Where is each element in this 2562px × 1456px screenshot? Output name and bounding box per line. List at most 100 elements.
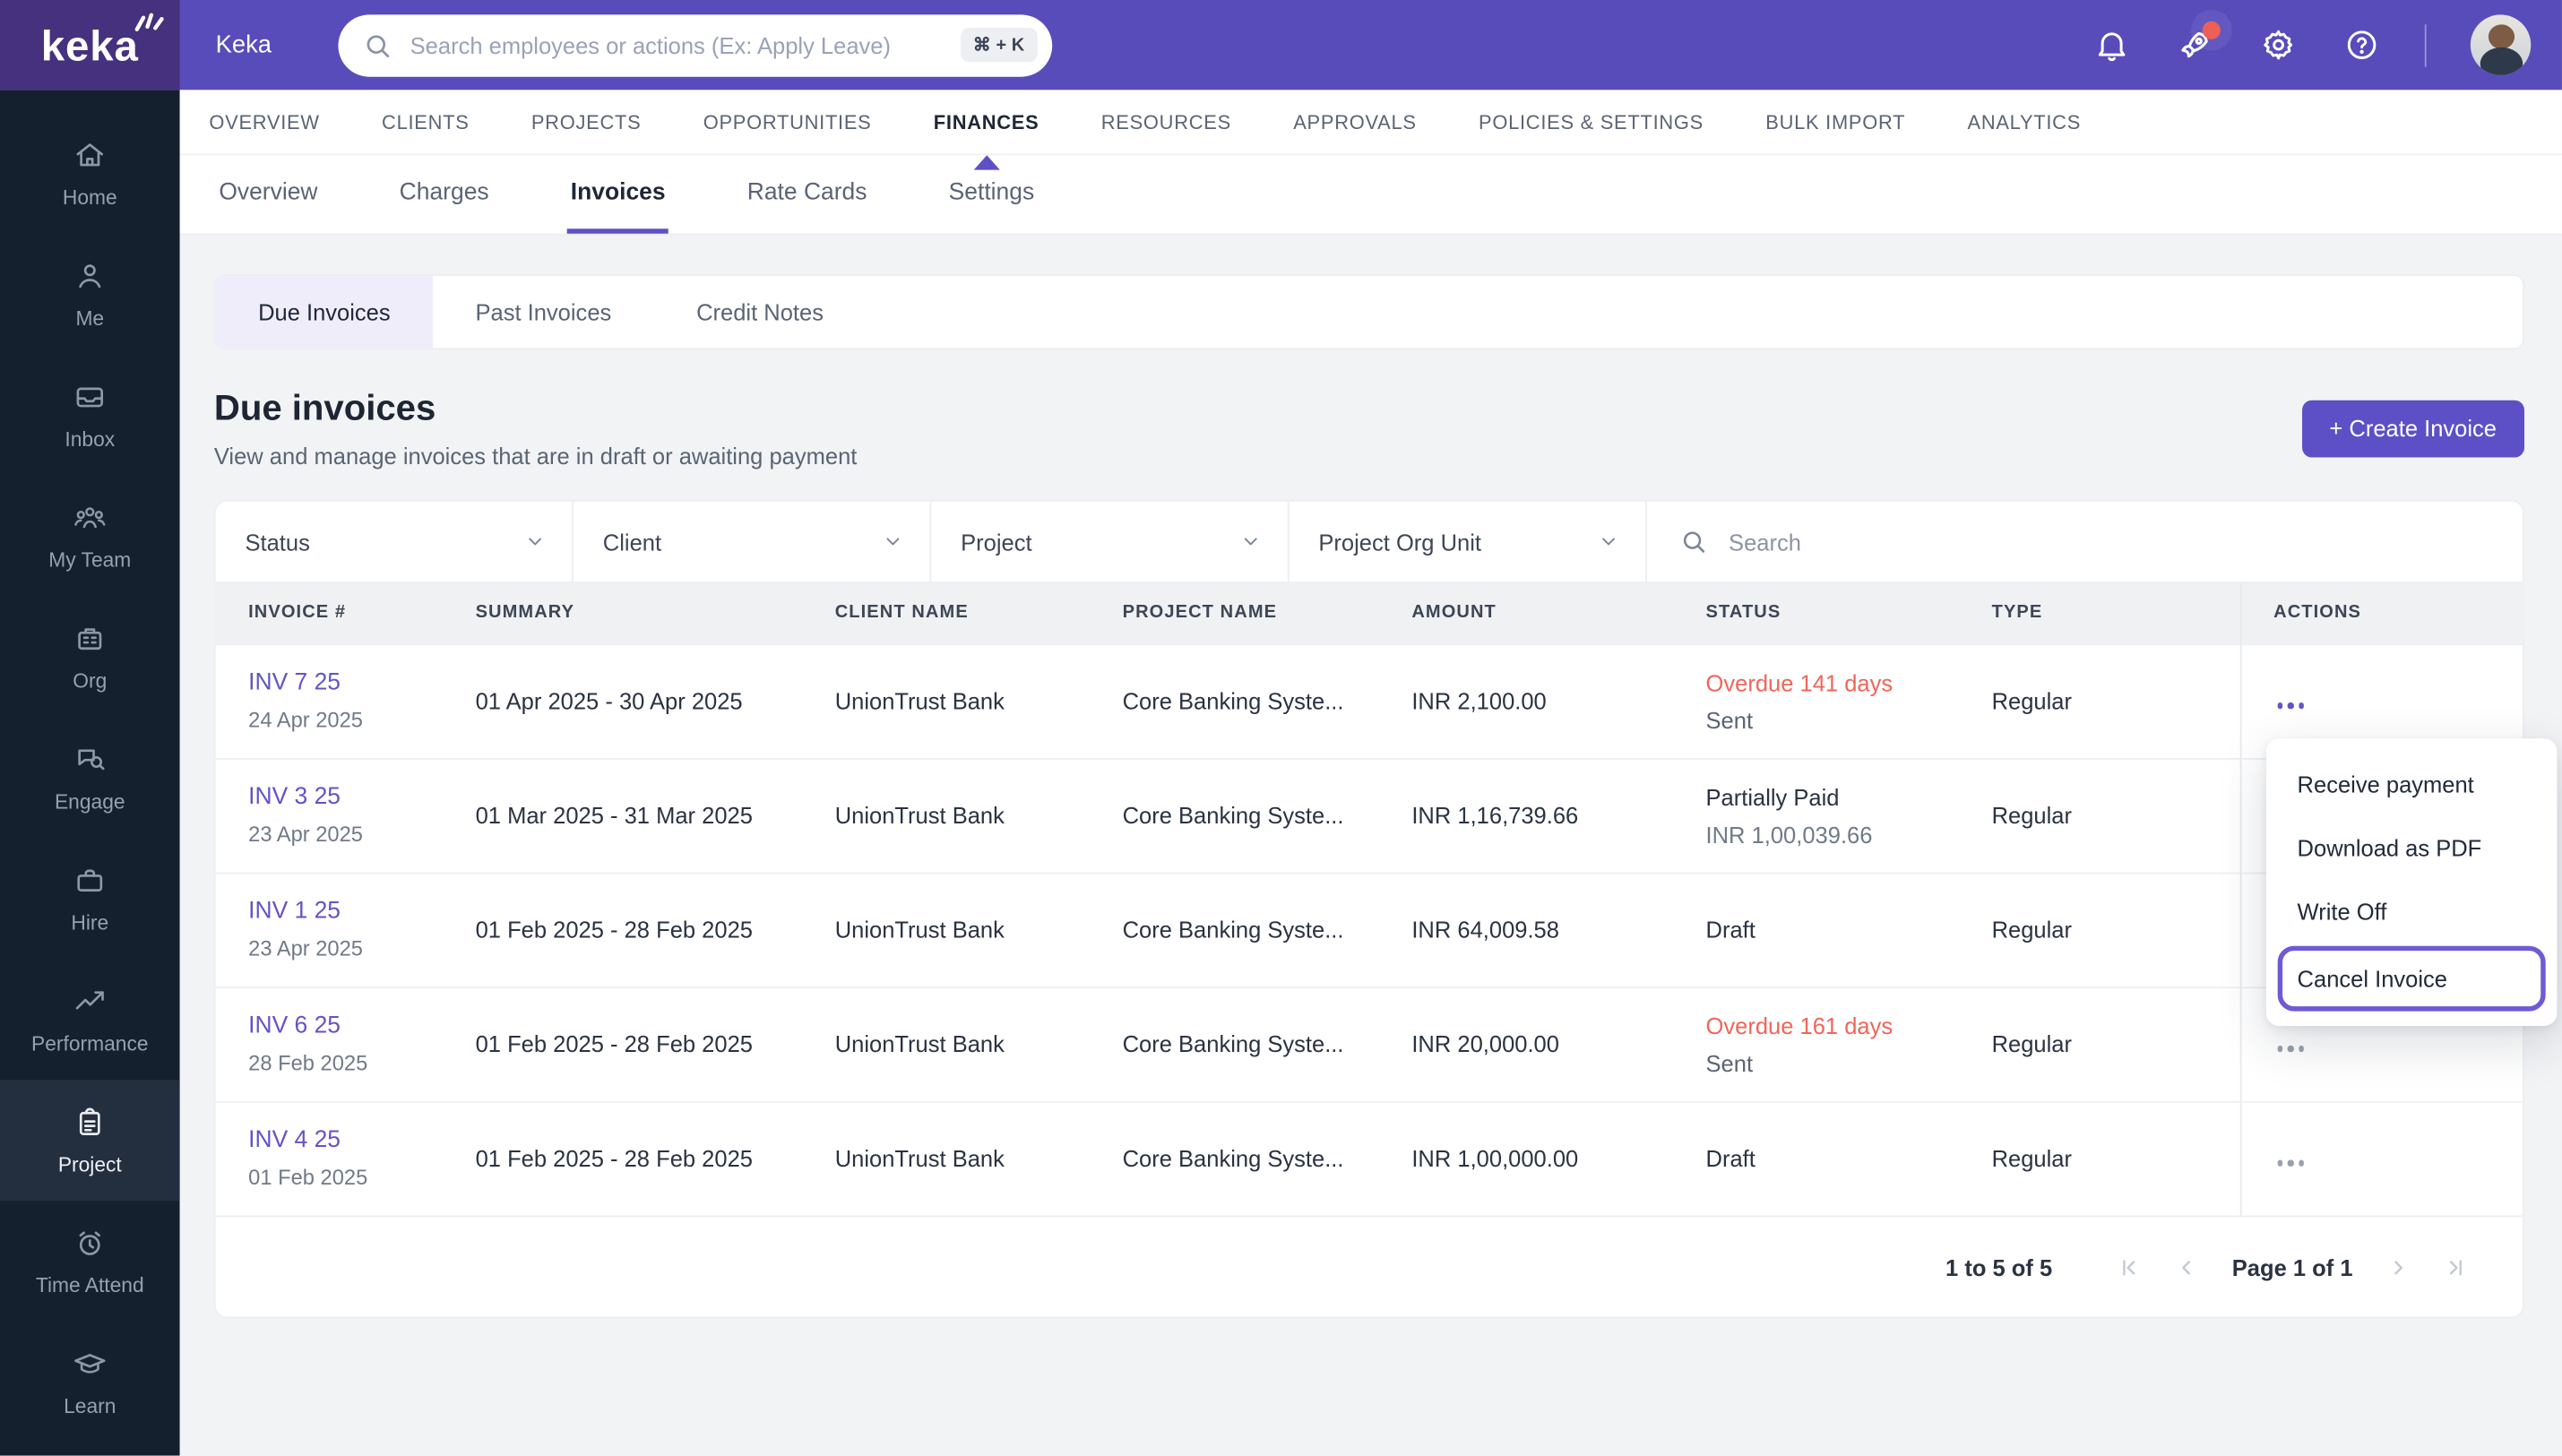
menu-item-receive-payment[interactable]: Receive payment: [2266, 754, 2558, 817]
team-icon: [74, 507, 106, 529]
alarm-icon: [79, 1231, 100, 1255]
invoice-link[interactable]: INV 7 25: [248, 670, 429, 696]
first-page-icon[interactable]: [2118, 1255, 2141, 1279]
prev-page-icon[interactable]: [2175, 1255, 2198, 1279]
invoice-link[interactable]: INV 6 25: [248, 1012, 429, 1038]
col-type: TYPE: [1959, 582, 2240, 644]
menu-item-cancel-invoice[interactable]: Cancel Invoice: [2282, 951, 2540, 1006]
last-page-icon[interactable]: [2445, 1255, 2468, 1279]
nav-overview[interactable]: OVERVIEW: [209, 89, 319, 154]
subnav-charges[interactable]: Charges: [396, 155, 492, 234]
project-cell: Core Banking Syste...: [1090, 642, 1379, 759]
table-row: INV 6 25 28 Feb 2025 01 Feb 2025 - 28 Feb…: [215, 986, 2523, 1101]
gear-icon[interactable]: [2258, 25, 2298, 65]
menu-item-highlight-ring: Cancel Invoice: [2277, 945, 2546, 1012]
global-search-input[interactable]: [407, 30, 945, 60]
invoice-link[interactable]: INV 4 25: [248, 1128, 429, 1154]
client-cell: UnionTrust Bank: [802, 1099, 1091, 1216]
nav-policies-settings[interactable]: POLICIES & SETTINGS: [1479, 89, 1704, 154]
menu-item-write-off[interactable]: Write Off: [2266, 881, 2558, 944]
invoices-table-card: Status Client Project Project Org Unit S…: [213, 499, 2524, 1319]
client-filter[interactable]: Client: [574, 501, 932, 582]
search-icon: [367, 34, 390, 57]
tab-past-invoices[interactable]: Past Invoices: [433, 276, 654, 348]
next-page-icon[interactable]: [2387, 1255, 2411, 1279]
module-nav: OVERVIEW CLIENTS PROJECTS OPPORTUNITIES …: [179, 89, 2562, 169]
home-icon: [76, 143, 103, 167]
sidebar-item-hire[interactable]: Hire: [0, 838, 180, 959]
table-row: INV 3 25 23 Apr 2025 01 Mar 2025 - 31 Mar…: [215, 757, 2523, 873]
client-cell: UnionTrust Bank: [802, 757, 1091, 873]
sidebar-item-time-attend[interactable]: Time Attend: [0, 1201, 180, 1322]
sidebar-item-performance[interactable]: Performance: [0, 959, 180, 1080]
menu-item-download-pdf[interactable]: Download as PDF: [2266, 817, 2558, 881]
nav-analytics[interactable]: ANALYTICS: [1968, 89, 2082, 154]
sidebar-item-me[interactable]: Me: [0, 234, 180, 355]
topbar-actions: [2092, 14, 2562, 75]
trend-icon: [75, 991, 104, 1010]
sidebar-item-org[interactable]: Org: [0, 597, 180, 718]
client-cell: UnionTrust Bank: [802, 871, 1091, 987]
help-icon[interactable]: [2342, 25, 2381, 65]
sidebar-item-home[interactable]: Home: [0, 113, 180, 234]
tab-due-invoices[interactable]: Due Invoices: [215, 276, 434, 349]
rocket-icon[interactable]: [2175, 20, 2221, 65]
user-avatar[interactable]: [2470, 14, 2532, 75]
sidebar-item-inbox[interactable]: Inbox: [0, 355, 180, 476]
nav-bulk-import[interactable]: BULK IMPORT: [1765, 89, 1905, 154]
status-sub: Sent: [1705, 706, 1754, 733]
sidebar-item-engage[interactable]: Engage: [0, 717, 180, 838]
tab-credit-notes[interactable]: Credit Notes: [654, 276, 867, 348]
results-range: 1 to 5 of 5: [1945, 1254, 2053, 1280]
invoice-date: 23 Apr 2025: [248, 822, 364, 847]
page-subtitle: View and manage invoices that are in dra…: [213, 443, 858, 470]
nav-finances[interactable]: FINANCES: [934, 89, 1039, 169]
row-actions-menu-icon[interactable]: [2273, 1039, 2307, 1058]
row-actions-menu-icon[interactable]: [2273, 1154, 2307, 1173]
pagination: Page 1 of 1: [2118, 1254, 2468, 1280]
subnav-overview[interactable]: Overview: [216, 155, 321, 234]
row-actions-menu-icon[interactable]: [2273, 696, 2307, 715]
client-cell: UnionTrust Bank: [802, 642, 1091, 759]
sidebar-item-project[interactable]: Project: [0, 1080, 180, 1202]
table-header-row: INVOICE # SUMMARY CLIENT NAME PROJECT NA…: [215, 582, 2523, 644]
nav-approvals[interactable]: APPROVALS: [1293, 89, 1417, 154]
subnav-rate-cards[interactable]: Rate Cards: [744, 155, 870, 234]
bell-icon[interactable]: [2092, 25, 2131, 65]
project-org-unit-filter[interactable]: Project Org Unit: [1290, 501, 1647, 582]
subnav-invoices[interactable]: Invoices: [567, 155, 669, 234]
invoice-date: 24 Apr 2025: [248, 707, 364, 732]
project-cell: Core Banking Syste...: [1090, 757, 1379, 873]
sidebar-item-learn[interactable]: Learn: [0, 1322, 180, 1443]
project-filter[interactable]: Project: [931, 501, 1290, 582]
amount-cell: INR 1,16,739.66: [1378, 757, 1674, 873]
create-invoice-button[interactable]: + Create Invoice: [2301, 399, 2524, 457]
sidebar-item-my-team[interactable]: My Team: [0, 476, 180, 597]
invoice-link[interactable]: INV 3 25: [248, 784, 429, 810]
sidebar: Home Me Inbox My Team Org Engage Hire Pe…: [0, 90, 180, 1456]
page-indicator: Page 1 of 1: [2231, 1254, 2353, 1280]
col-project: PROJECT NAME: [1090, 582, 1379, 644]
notification-dot: [2202, 20, 2221, 39]
table-search-input[interactable]: [1725, 527, 2523, 556]
nav-opportunities[interactable]: OPPORTUNITIES: [703, 89, 872, 154]
invoices-table: INVOICE # SUMMARY CLIENT NAME PROJECT NA…: [215, 582, 2523, 1216]
global-search[interactable]: ⌘ + K: [338, 13, 1053, 76]
summary-cell: 01 Feb 2025 - 28 Feb 2025: [443, 986, 803, 1101]
keka-logo[interactable]: keka: [0, 0, 180, 90]
graduation-icon: [74, 1354, 106, 1374]
col-actions: ACTIONS: [2239, 582, 2523, 644]
table-search[interactable]: [1647, 502, 2523, 582]
invoice-link[interactable]: INV 1 25: [248, 899, 429, 925]
shortcut-badge: ⌘ + K: [960, 27, 1038, 63]
nav-projects[interactable]: PROJECTS: [531, 89, 642, 154]
nav-band: OVERVIEW CLIENTS PROJECTS OPPORTUNITIES …: [179, 89, 2562, 236]
amount-cell: INR 2,100.00: [1378, 642, 1674, 759]
inbox-icon: [76, 387, 103, 408]
table-row: INV 1 25 23 Apr 2025 01 Feb 2025 - 28 Feb…: [215, 871, 2523, 987]
nav-clients[interactable]: CLIENTS: [382, 89, 470, 154]
status-filter[interactable]: Status: [216, 501, 574, 582]
nav-resources[interactable]: RESOURCES: [1101, 89, 1231, 154]
summary-cell: 01 Feb 2025 - 28 Feb 2025: [443, 1099, 803, 1216]
status-sub: INR 1,00,039.66: [1705, 821, 1873, 848]
